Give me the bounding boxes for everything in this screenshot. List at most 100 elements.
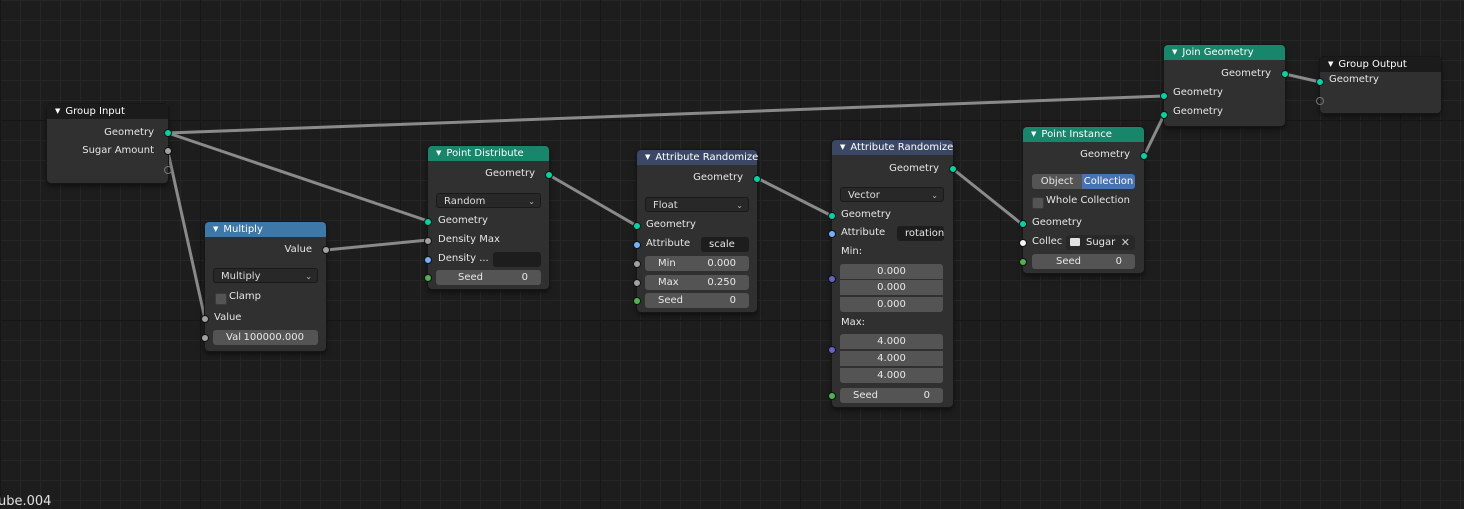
- seed-value: 0: [1115, 256, 1122, 267]
- collection-value: Sugar: [1086, 237, 1116, 248]
- point-distribute-node[interactable]: ▼ Point Distribute Geometry Random ⌄ Geome…: [424, 146, 553, 289]
- collapse-triangle-icon[interactable]: ▼: [840, 143, 845, 151]
- geometry-input-socket[interactable]: [424, 218, 432, 226]
- seed-field[interactable]: Seed 0: [436, 270, 541, 285]
- value-input-socket-1[interactable]: [201, 315, 209, 323]
- clear-x-icon[interactable]: ✕: [1121, 235, 1130, 250]
- input-geometry-label: Geometry: [646, 219, 696, 230]
- attribute-name-field[interactable]: scale: [701, 237, 749, 252]
- chevron-down-icon: ⌄: [528, 197, 535, 206]
- seed-input-socket[interactable]: [1019, 258, 1027, 266]
- collection-field[interactable]: Sugar ✕: [1066, 235, 1135, 250]
- whole-collection-checkbox[interactable]: [1032, 197, 1044, 209]
- node-title: Group Output: [1338, 59, 1407, 70]
- seed-input-socket[interactable]: [828, 392, 836, 400]
- seed-field[interactable]: Seed 0: [840, 388, 943, 403]
- seed-field[interactable]: Seed 0: [645, 293, 749, 308]
- max-field[interactable]: Max 0.250: [645, 275, 749, 290]
- empty-input-socket[interactable]: [1316, 97, 1324, 105]
- geometry-input-socket[interactable]: [633, 222, 641, 230]
- point-instance-header[interactable]: ▼ Point Instance: [1023, 127, 1144, 142]
- max-label: Max: [658, 277, 679, 288]
- min-z-field[interactable]: 0.000: [840, 297, 943, 312]
- geometry-input-socket[interactable]: [828, 212, 836, 220]
- max-vector-input-socket[interactable]: [828, 346, 836, 354]
- min-value: 0.000: [707, 258, 736, 269]
- max-z-field[interactable]: 4.000: [840, 368, 943, 383]
- density-max-input-socket[interactable]: [424, 237, 432, 245]
- point-instance-node[interactable]: ▼ Point Instance Geometry Object Collecti…: [1019, 127, 1148, 273]
- object-name-label: ube.004: [0, 494, 52, 509]
- collapse-triangle-icon[interactable]: ▼: [213, 225, 218, 233]
- attribute-randomize-header[interactable]: ▼ Attribute Randomize: [832, 140, 953, 155]
- max-x-field[interactable]: 4.000: [840, 334, 943, 349]
- operation-dropdown[interactable]: Multiply ⌄: [213, 268, 318, 283]
- geometry-input-socket[interactable]: [1019, 220, 1027, 228]
- output-geometry-label: Geometry: [1080, 149, 1130, 160]
- empty-output-socket[interactable]: [164, 166, 172, 174]
- collapse-triangle-icon[interactable]: ▼: [436, 149, 441, 157]
- min-x-field[interactable]: 0.000: [840, 264, 943, 279]
- geometry-input-socket[interactable]: [1316, 78, 1324, 86]
- point-distribute-header[interactable]: ▼ Point Distribute: [428, 146, 549, 161]
- attribute-label: Attribute: [841, 227, 886, 238]
- geometry-output-socket[interactable]: [1281, 70, 1289, 78]
- geometry-input-socket-2[interactable]: [1160, 111, 1168, 119]
- sugar-amount-output-socket[interactable]: [164, 147, 172, 155]
- density-max-label: Density Max: [438, 234, 500, 245]
- chevron-down-icon: ⌄: [305, 272, 312, 281]
- attribute-name-field[interactable]: rotation: [897, 226, 944, 241]
- data-type-dropdown[interactable]: Vector ⌄: [840, 187, 944, 202]
- collapse-triangle-icon[interactable]: ▼: [1172, 48, 1177, 56]
- chevron-down-icon: ⌄: [931, 191, 938, 200]
- link-instance-join: [1142, 113, 1166, 158]
- multiply-node[interactable]: ▼ Multiply Value Multiply ⌄ Clamp Value Va…: [201, 222, 330, 351]
- mode-object-toggle[interactable]: Object: [1032, 174, 1082, 189]
- density-attribute-field[interactable]: [493, 252, 541, 267]
- seed-input-socket[interactable]: [633, 297, 641, 305]
- mode-collection-toggle[interactable]: Collection: [1082, 174, 1135, 189]
- group-input-header[interactable]: ▼ Group Input: [47, 104, 168, 119]
- seed-input-socket[interactable]: [424, 274, 432, 282]
- geometry-output-socket[interactable]: [545, 171, 553, 179]
- group-output-node[interactable]: ▼ Group Output Geometry: [1316, 57, 1441, 113]
- join-geometry-header[interactable]: ▼ Join Geometry: [1164, 45, 1285, 60]
- attribute-randomize-float-node[interactable]: ▼ Attribute Randomize Geometry Float ⌄ Geo…: [633, 150, 761, 312]
- collapse-triangle-icon[interactable]: ▼: [1328, 60, 1333, 68]
- data-type-dropdown[interactable]: Float ⌄: [645, 197, 749, 212]
- min-input-socket[interactable]: [633, 260, 641, 268]
- collection-icon: [1070, 238, 1080, 246]
- seed-field[interactable]: Seed 0: [1032, 254, 1135, 269]
- max-input-socket[interactable]: [633, 279, 641, 287]
- min-y-field[interactable]: 0.000: [840, 280, 943, 295]
- node-title: Point Instance: [1041, 129, 1112, 140]
- value-field[interactable]: Val 100000.000: [213, 330, 318, 345]
- density-attribute-input-socket[interactable]: [424, 256, 432, 264]
- min-field[interactable]: Min 0.000: [645, 256, 749, 271]
- multiply-header[interactable]: ▼ Multiply: [205, 222, 326, 237]
- max-label: Max:: [841, 317, 866, 328]
- distribute-mode-dropdown[interactable]: Random ⌄: [436, 193, 541, 208]
- max-y-field[interactable]: 4.000: [840, 351, 943, 366]
- collapse-triangle-icon[interactable]: ▼: [55, 107, 60, 115]
- attribute-input-socket[interactable]: [828, 230, 836, 238]
- value-input-socket-2[interactable]: [201, 334, 209, 342]
- attribute-input-socket[interactable]: [633, 241, 641, 249]
- geometry-output-socket[interactable]: [949, 165, 957, 173]
- min-vector-input-socket[interactable]: [828, 275, 836, 283]
- input-geometry-label-2: Geometry: [1173, 106, 1223, 117]
- join-geometry-node[interactable]: ▼ Join Geometry Geometry Geometry Geometr…: [1160, 45, 1289, 126]
- collection-input-socket[interactable]: [1019, 239, 1027, 247]
- clamp-checkbox[interactable]: [215, 293, 227, 305]
- group-input-node[interactable]: ▼ Group Input Geometry Sugar Amount: [47, 104, 172, 183]
- attribute-randomize-header[interactable]: ▼ Attribute Randomize: [637, 150, 758, 165]
- value-output-socket[interactable]: [322, 246, 330, 254]
- geometry-input-socket-1[interactable]: [1160, 92, 1168, 100]
- geometry-output-socket[interactable]: [1140, 152, 1148, 160]
- collapse-triangle-icon[interactable]: ▼: [1031, 130, 1036, 138]
- geometry-output-socket[interactable]: [753, 175, 761, 183]
- collapse-triangle-icon[interactable]: ▼: [645, 153, 650, 161]
- attribute-randomize-vector-node[interactable]: ▼ Attribute Randomize Geometry Vector ⌄ Ge…: [828, 140, 957, 407]
- group-output-header[interactable]: ▼ Group Output: [1320, 57, 1441, 72]
- geometry-output-socket[interactable]: [164, 129, 172, 137]
